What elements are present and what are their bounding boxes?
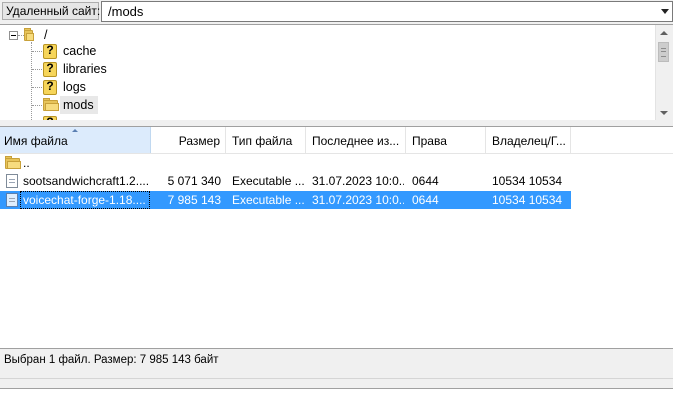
tree-item-label: logs bbox=[63, 80, 86, 94]
remote-site-bar: Удаленный сайт: /mods bbox=[0, 0, 673, 24]
file-size: 5 071 340 bbox=[167, 174, 221, 188]
chevron-down-icon[interactable] bbox=[661, 9, 669, 14]
question-folder-icon: ? bbox=[43, 43, 57, 59]
sort-ascending-icon bbox=[72, 129, 78, 132]
remote-path-value: /mods bbox=[108, 4, 144, 19]
folder-icon bbox=[24, 28, 40, 42]
file-size: 7 985 143 bbox=[167, 193, 221, 207]
column-header-label: Последнее из... bbox=[312, 134, 400, 148]
file-modified: 31.07.2023 10:0... bbox=[312, 174, 404, 188]
column-header-owner[interactable]: Владелец/Г... bbox=[486, 127, 571, 153]
list-item-parent-dir[interactable]: .. bbox=[0, 154, 571, 172]
question-folder-icon: ? bbox=[43, 61, 57, 77]
column-header-size[interactable]: Размер bbox=[151, 127, 226, 153]
question-folder-icon: ? bbox=[43, 79, 57, 95]
remote-path-combobox[interactable]: /mods bbox=[101, 1, 673, 22]
file-owner: 10534 10534 bbox=[492, 193, 563, 207]
transfer-queue-pane bbox=[0, 388, 673, 419]
list-header: Имя файла Размер Тип файла Последнее из.… bbox=[0, 127, 673, 154]
file-type: Executable ... bbox=[232, 174, 304, 188]
folder-icon bbox=[5, 156, 21, 170]
remote-directory-tree[interactable]: / ? cache ? libraries ? logs mods ? bbox=[0, 24, 673, 122]
column-header-permissions[interactable]: Права bbox=[406, 127, 486, 153]
selection-status-text: Выбран 1 файл. Размер: 7 985 143 байт bbox=[4, 354, 219, 366]
remote-site-label: Удаленный сайт: bbox=[2, 2, 100, 20]
scroll-up-icon[interactable] bbox=[660, 31, 668, 35]
tree-scrollbar[interactable] bbox=[655, 25, 673, 121]
file-icon bbox=[6, 193, 18, 207]
tree-connector bbox=[32, 51, 42, 52]
table-row-selected[interactable]: voicechat-forge-1.18.... 7 985 143 Execu… bbox=[0, 191, 571, 209]
column-header-filename[interactable]: Имя файла bbox=[0, 127, 151, 153]
file-modified: 31.07.2023 10:0... bbox=[312, 193, 404, 207]
tree-connector bbox=[32, 69, 42, 70]
scroll-thumb[interactable] bbox=[658, 42, 669, 62]
file-type: Executable ... bbox=[232, 193, 304, 207]
file-icon bbox=[6, 174, 18, 188]
tree-item-label: libraries bbox=[63, 62, 107, 76]
file-owner: 10534 10534 bbox=[492, 174, 563, 188]
folder-icon bbox=[43, 98, 59, 112]
scroll-down-icon[interactable] bbox=[660, 111, 668, 115]
tree-item-label: / bbox=[44, 28, 48, 42]
column-header-label: Размер bbox=[178, 134, 220, 148]
tree-connector bbox=[32, 87, 42, 88]
file-name: sootsandwichcraft1.2.... bbox=[23, 174, 150, 188]
tree-item-mods[interactable]: mods bbox=[60, 96, 98, 114]
column-header-label: Имя файла bbox=[4, 134, 68, 148]
file-name: .. bbox=[23, 156, 30, 170]
column-header-label: Тип файла bbox=[232, 134, 293, 148]
tree-connector bbox=[31, 42, 32, 121]
file-permissions: 0644 bbox=[412, 174, 439, 188]
column-header-modified[interactable]: Последнее из... bbox=[306, 127, 406, 153]
status-bar: Выбран 1 файл. Размер: 7 985 143 байт bbox=[0, 348, 673, 371]
tree-item-label: cache bbox=[63, 44, 97, 58]
column-header-label: Права bbox=[412, 134, 447, 148]
column-header-type[interactable]: Тип файла bbox=[226, 127, 306, 153]
remote-file-list[interactable]: Имя файла Размер Тип файла Последнее из.… bbox=[0, 126, 673, 349]
tree-connector bbox=[32, 105, 42, 106]
tree-item-label: mods bbox=[63, 98, 94, 112]
table-row[interactable]: sootsandwichcraft1.2.... 5 071 340 Execu… bbox=[0, 172, 571, 190]
file-permissions: 0644 bbox=[412, 193, 439, 207]
collapse-toggle[interactable] bbox=[9, 31, 18, 40]
column-header-label: Владелец/Г... bbox=[492, 134, 566, 148]
file-name: voicechat-forge-1.18.... bbox=[23, 193, 146, 207]
